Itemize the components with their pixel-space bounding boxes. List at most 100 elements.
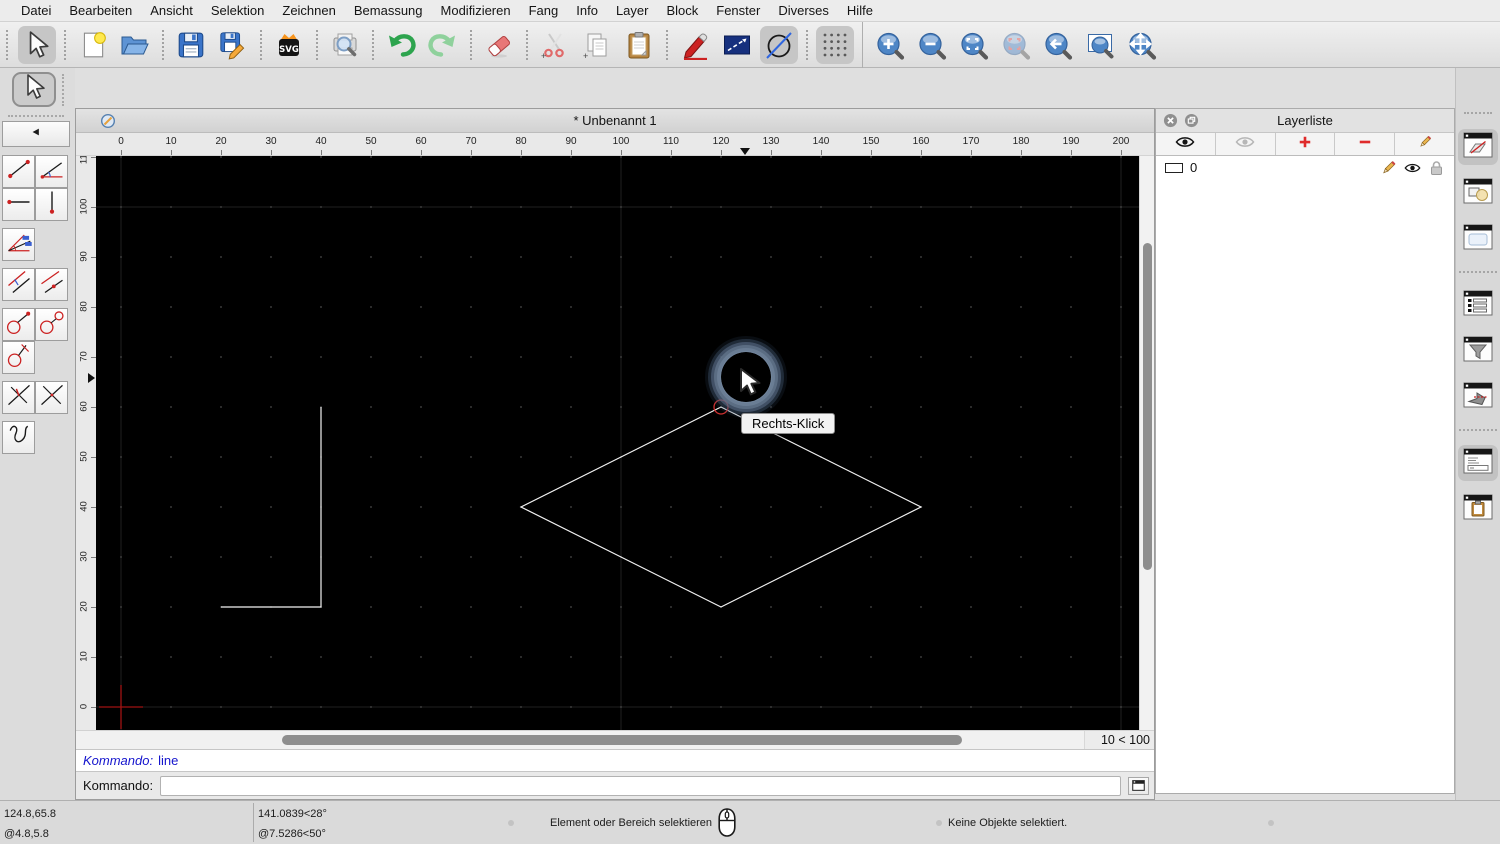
palette-drag-handle[interactable] (62, 74, 64, 106)
line-freehand-button[interactable] (2, 421, 35, 454)
menu-modifizieren[interactable]: Modifizieren (432, 3, 520, 18)
line-attributes-button[interactable] (718, 26, 756, 64)
draft-mode-button[interactable] (760, 25, 798, 64)
menu-datei[interactable]: Datei (12, 3, 60, 18)
new-document-button[interactable] (74, 26, 112, 64)
line-relative-angle-button[interactable] (35, 381, 68, 414)
document-titlebar[interactable]: * Unbenannt 1 (76, 109, 1154, 133)
toggle-command-line-button[interactable] (1458, 445, 1498, 481)
zoom-previous-button[interactable] (1039, 26, 1077, 64)
copy-button[interactable]: + (578, 26, 616, 64)
undo-button[interactable] (382, 26, 420, 64)
toggle-command-options-button[interactable] (1458, 287, 1498, 323)
command-history-label: Kommando: (83, 753, 154, 768)
back-button[interactable] (2, 121, 70, 147)
lock-icon[interactable] (1428, 160, 1445, 176)
line-parallel-button[interactable] (35, 268, 68, 301)
command-input[interactable] (160, 775, 1121, 796)
circle-tangent-line-button[interactable] (2, 341, 35, 374)
zoom-in-button[interactable] (871, 26, 909, 64)
line-bisector-button[interactable] (2, 228, 35, 261)
cut-button[interactable]: + (536, 26, 574, 64)
ruler-tick-label: 50 (78, 451, 90, 462)
select-tool-button[interactable] (12, 72, 56, 107)
menu-selektion[interactable]: Selektion (202, 3, 273, 18)
ruler-cursor-marker-v (88, 373, 95, 383)
hide-all-layers-button[interactable] (1216, 133, 1276, 155)
modify-layer-button[interactable] (1395, 133, 1454, 155)
menu-ansicht[interactable]: Ansicht (141, 3, 202, 18)
export-svg-button[interactable]: SVG (270, 26, 308, 64)
save-button[interactable] (172, 26, 210, 64)
show-all-layers-button[interactable] (1156, 133, 1216, 155)
paste-button[interactable] (620, 26, 658, 64)
menu-fenster[interactable]: Fenster (707, 3, 769, 18)
zoom-window-button[interactable] (997, 26, 1035, 64)
toolbar-separator (666, 29, 668, 60)
menu-fang[interactable]: Fang (520, 3, 568, 18)
svg-text:+: + (583, 51, 588, 60)
line-parallel-through-point-button[interactable] (2, 268, 35, 301)
line-horizontal-button[interactable] (2, 188, 35, 221)
toggle-block-list-button[interactable] (1458, 175, 1498, 211)
drawing-canvas[interactable]: Rechts-Klick (96, 156, 1139, 730)
float-panel-button[interactable] (1184, 113, 1199, 128)
grid-toggle-button[interactable] (816, 25, 854, 64)
toggle-library-browser-button[interactable] (1458, 221, 1498, 257)
detach-command-button[interactable] (1128, 776, 1149, 795)
menu-diverses[interactable]: Diverses (769, 3, 838, 18)
horizontal-scroll-thumb[interactable] (282, 735, 962, 745)
line-angle-button[interactable] (35, 155, 68, 188)
strip-drag-handle[interactable] (1464, 112, 1492, 114)
eye-icon[interactable] (1404, 160, 1421, 176)
palette-drag-handle[interactable] (8, 115, 64, 117)
line-orthogonal-button[interactable] (2, 381, 35, 414)
toolbar-separator (372, 29, 374, 60)
menu-info[interactable]: Info (567, 3, 607, 18)
line-parallel-icon (38, 268, 66, 301)
right-click-tooltip: Rechts-Klick (741, 413, 836, 434)
menu-block[interactable]: Block (657, 3, 707, 18)
redo-button[interactable] (424, 26, 462, 64)
print-preview-button[interactable] (326, 26, 364, 64)
pencil-icon[interactable] (1380, 160, 1397, 176)
layer-color-swatch[interactable] (1165, 162, 1183, 173)
circle-tangent-point-icon (5, 308, 33, 341)
menu-bemassung[interactable]: Bemassung (345, 3, 432, 18)
ruler-tick-label: 30 (265, 136, 277, 147)
separator-dot (508, 820, 514, 826)
line-vertical-button[interactable] (35, 188, 68, 221)
save-as-button[interactable] (214, 26, 252, 64)
delete-selected-button[interactable] (480, 26, 518, 64)
menu-layer[interactable]: Layer (607, 3, 658, 18)
toggle-pen-palette-button[interactable] (1458, 379, 1498, 415)
menu-zeichnen[interactable]: Zeichnen (273, 3, 344, 18)
layer-row[interactable]: 0 (1156, 156, 1454, 179)
menu-hilfe[interactable]: Hilfe (838, 3, 882, 18)
zoom-redraw-button[interactable] (1081, 26, 1119, 64)
select-button[interactable] (18, 25, 56, 64)
open-file-button[interactable] (116, 26, 154, 64)
add-layer-button[interactable] (1276, 133, 1336, 155)
vertical-scrollbar[interactable] (1139, 156, 1154, 730)
copy-icon: + (582, 30, 612, 60)
circle-tangent-point-button[interactable] (2, 308, 35, 341)
zoom-out-button[interactable] (913, 26, 951, 64)
circle-tangent-circle-icon (38, 308, 66, 341)
vertical-scroll-thumb[interactable] (1143, 243, 1152, 570)
ruler-tick-label: 140 (812, 136, 830, 147)
line-two-points-icon (5, 155, 33, 188)
toggle-clipboard-button[interactable] (1458, 491, 1498, 527)
horizontal-scrollbar[interactable] (76, 731, 1084, 749)
toolbar-drag-handle[interactable] (6, 29, 12, 60)
pan-button[interactable] (1123, 26, 1161, 64)
toggle-selection-filter-button[interactable] (1458, 333, 1498, 369)
pen-attributes-button[interactable] (676, 26, 714, 64)
toggle-layer-list-button[interactable] (1458, 129, 1498, 165)
circle-tangent-circle-button[interactable] (35, 308, 68, 341)
close-panel-button[interactable] (1163, 113, 1178, 128)
line-two-points-button[interactable] (2, 155, 35, 188)
menu-bearbeiten[interactable]: Bearbeiten (60, 3, 141, 18)
remove-layer-button[interactable] (1335, 133, 1396, 155)
zoom-auto-button[interactable] (955, 26, 993, 64)
